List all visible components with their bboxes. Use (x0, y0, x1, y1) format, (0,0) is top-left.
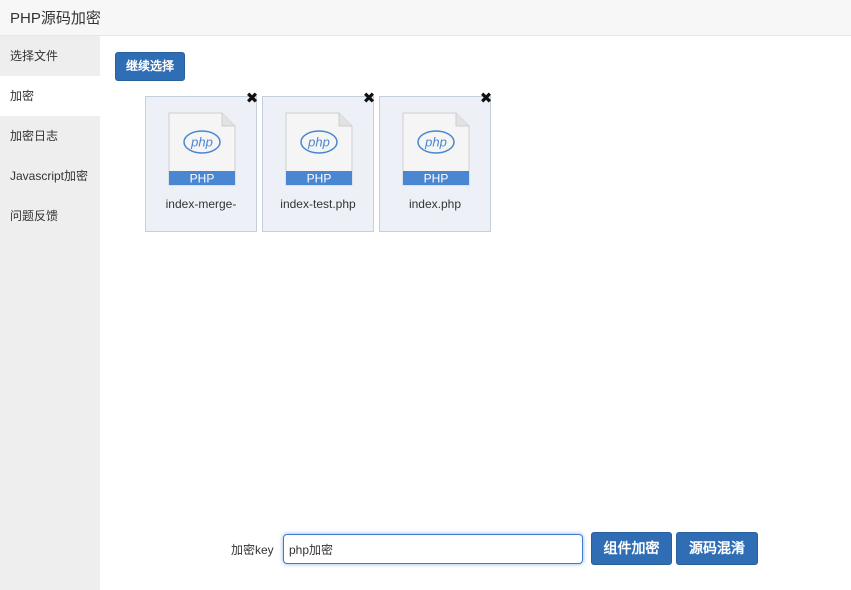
close-icon[interactable]: ✖ (245, 91, 259, 106)
continue-select-button[interactable]: 继续选择 (115, 52, 185, 81)
file-type-label: PHP (307, 172, 332, 186)
sidebar-item-javascript-encrypt[interactable]: Javascript加密 (0, 156, 100, 196)
obfuscate-button[interactable]: 源码混淆 (676, 532, 758, 565)
key-input[interactable] (283, 534, 583, 564)
file-type-label: PHP (190, 172, 215, 186)
encrypt-button[interactable]: 组件加密 (591, 532, 672, 565)
php-logo-text: php (424, 135, 447, 150)
php-file-icon: php PHP (402, 112, 470, 186)
sidebar-item-select-file[interactable]: 选择文件 (0, 36, 100, 76)
php-file-icon: php PHP (285, 112, 353, 186)
file-name: index-test.php (280, 197, 356, 211)
file-name: index.php (408, 197, 462, 211)
sidebar-item-encrypt[interactable]: 加密 (0, 76, 100, 116)
key-label: 加密key (231, 543, 274, 557)
sidebar-item-encrypt-log[interactable]: 加密日志 (0, 116, 100, 156)
file-card: ✖ php PHP index.php (379, 91, 492, 232)
file-card: ✖ php PHP index-merge- (145, 91, 258, 232)
close-icon[interactable]: ✖ (362, 91, 376, 106)
file-card: ✖ php PHP index-test.php (262, 91, 375, 232)
sidebar-item-feedback[interactable]: 问题反馈 (0, 196, 100, 236)
php-logo-text: php (307, 135, 330, 150)
file-type-label: PHP (424, 172, 449, 186)
top-bar: PHP源码加密 (0, 0, 851, 36)
php-file-icon: php PHP (168, 112, 236, 186)
close-icon[interactable]: ✖ (479, 91, 493, 106)
app-title: PHP源码加密 (10, 10, 101, 27)
sidebar: 选择文件 加密 加密日志 Javascript加密 问题反馈 (0, 36, 100, 590)
php-logo-text: php (190, 135, 213, 150)
file-name: index-merge- (165, 197, 237, 211)
main-content: 继续选择 ✖ php PHP index-merge- ✖ php PHP in… (100, 36, 851, 590)
